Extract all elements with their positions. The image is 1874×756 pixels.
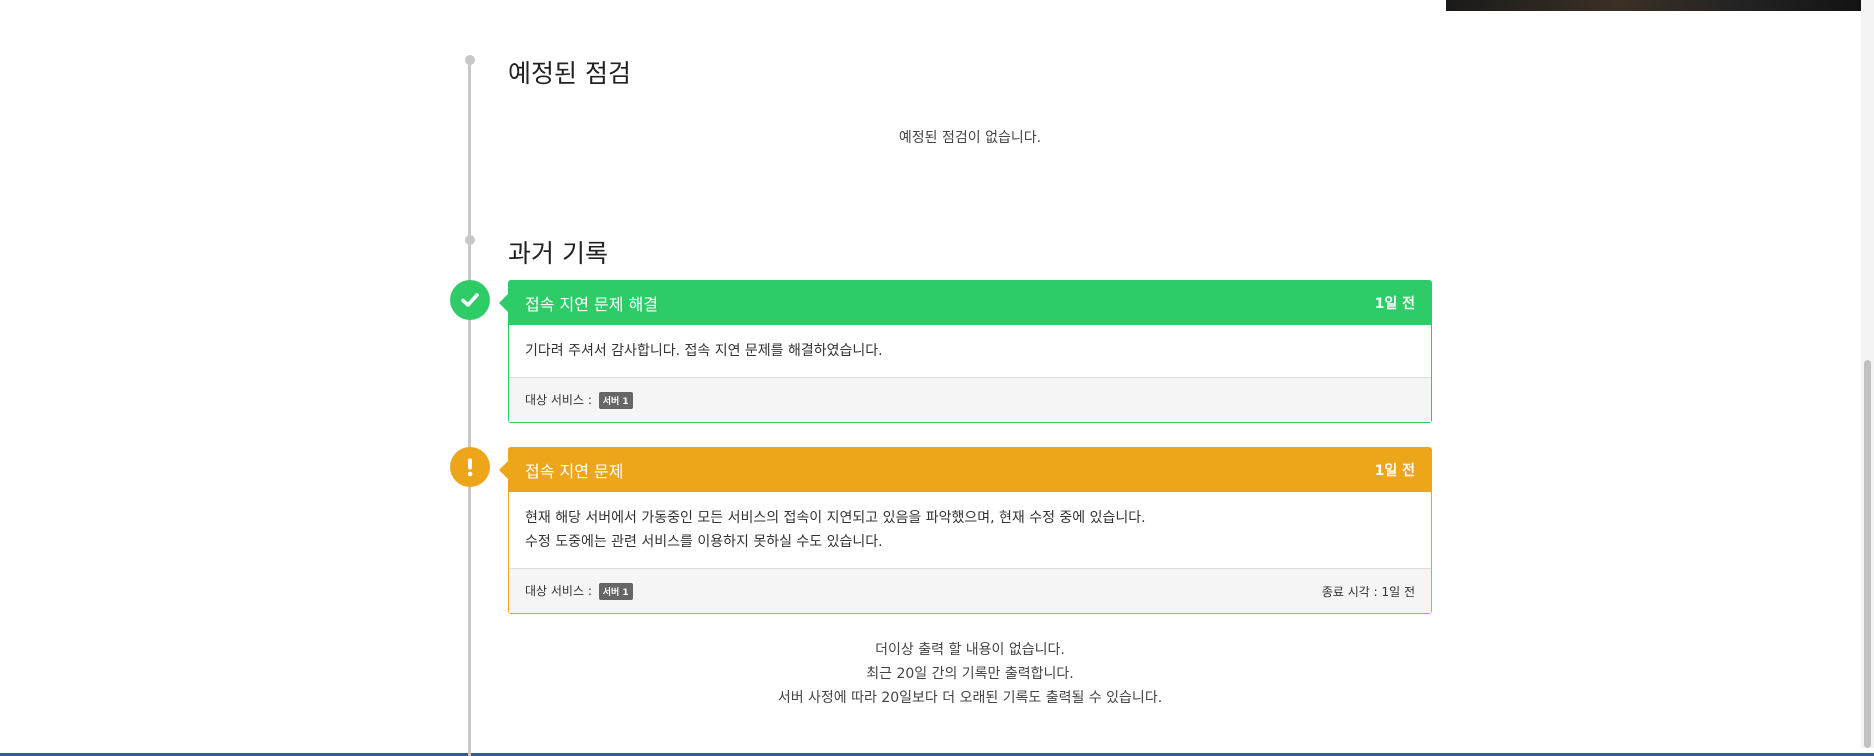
incident-card-resolved: 접속 지연 문제 해결 1일 전 기다려 주셔서 감사합니다. 접속 지연 문제… <box>499 280 1432 423</box>
timeline-dot <box>465 55 475 65</box>
incident-title[interactable]: 접속 지연 문제 <box>525 458 624 482</box>
affected-services-label: 대상 서비스 : <box>525 393 592 407</box>
incident-footer: 대상 서비스 : 서버 1 <box>509 377 1431 422</box>
incident-footer: 대상 서비스 : 서버 1 종료 시각 : 1일 전 <box>509 568 1431 613</box>
incident-body-line: 기다려 주셔서 감사합니다. 접속 지연 문제를 해결하였습니다. <box>525 343 883 359</box>
incident-header: 접속 지연 문제 해결 1일 전 <box>509 281 1431 325</box>
history-title: 과거 기록 <box>508 239 608 268</box>
video-thumbnail[interactable] <box>1446 0 1874 11</box>
incident-body: 기다려 주셔서 감사합니다. 접속 지연 문제를 해결하였습니다. <box>509 325 1431 377</box>
incident-header: 접속 지연 문제 1일 전 <box>509 448 1431 492</box>
footer-notes: 더이상 출력 할 내용이 없습니다. 최근 20일 간의 기록만 출력합니다. … <box>508 638 1432 710</box>
scheduled-maintenance-title: 예정된 점검 <box>508 59 631 88</box>
scheduled-empty-text: 예정된 점검이 없습니다. <box>898 130 1042 146</box>
service-badge: 서버 1 <box>598 392 633 409</box>
timeline-line <box>468 60 471 756</box>
incident-body: 현재 해당 서버에서 가동중인 모든 서비스의 접속이 지연되고 있음을 파악했… <box>509 492 1431 568</box>
affected-services: 대상 서비스 : 서버 1 <box>525 582 633 600</box>
affected-services: 대상 서비스 : 서버 1 <box>525 391 633 409</box>
scrollbar[interactable] <box>1861 0 1874 748</box>
footer-note: 최근 20일 간의 기록만 출력합니다. <box>866 666 1074 682</box>
check-icon <box>450 280 490 320</box>
incident-title[interactable]: 접속 지연 문제 해결 <box>525 291 658 315</box>
scrollbar-thumb[interactable] <box>1864 360 1871 748</box>
service-badge: 서버 1 <box>598 583 633 600</box>
footer-note: 서버 사정에 따라 20일보다 더 오래된 기록도 출력될 수 있습니다. <box>777 690 1163 706</box>
incident-time: 1일 전 <box>1374 463 1415 479</box>
exclamation-icon <box>450 447 490 487</box>
timeline-dot <box>465 235 475 245</box>
incident-body-line: 수정 도중에는 관련 서비스를 이용하지 못하실 수도 있습니다. <box>525 534 883 550</box>
incident-time: 1일 전 <box>1374 296 1415 312</box>
incident-card-warning: 접속 지연 문제 1일 전 현재 해당 서버에서 가동중인 모든 서비스의 접속… <box>499 447 1432 614</box>
footer-note: 더이상 출력 할 내용이 없습니다. <box>875 642 1065 658</box>
affected-services-label: 대상 서비스 : <box>525 584 592 598</box>
end-time: 종료 시각 : 1일 전 <box>1321 584 1415 599</box>
incident-body-line: 현재 해당 서버에서 가동중인 모든 서비스의 접속이 지연되고 있음을 파악했… <box>525 510 1146 526</box>
